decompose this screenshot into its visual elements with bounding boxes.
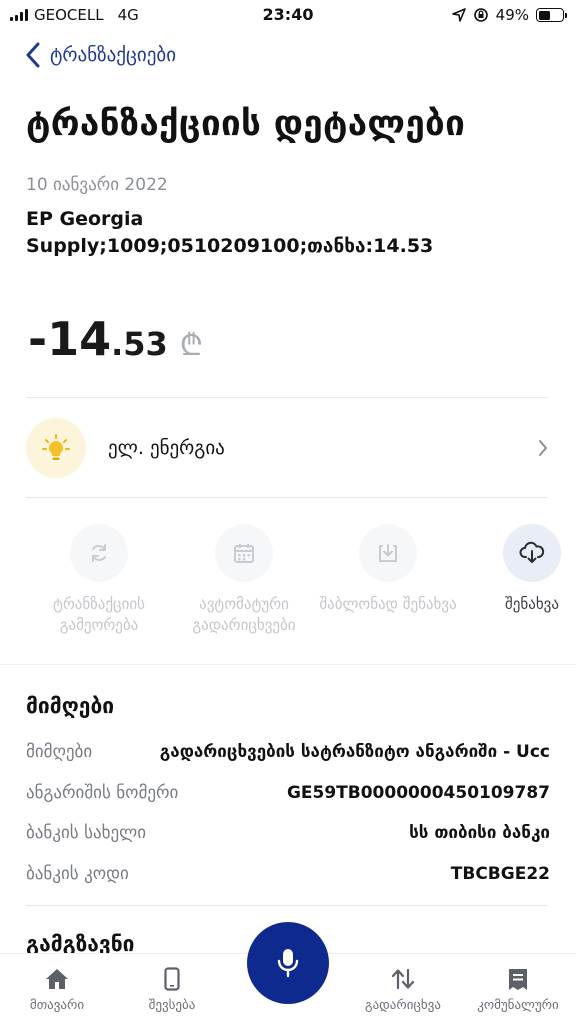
save-template-button[interactable]: შაბლონად შენახვა [313,524,463,615]
transaction-date: 10 იანვარი 2022 [26,175,168,195]
category-label: ელ. ენერგია [108,437,225,459]
repeat-icon [70,524,128,582]
microphone-icon [277,949,299,978]
rotation-lock-icon [473,8,488,22]
action-label: ავტომატური გადარიცხვები [192,595,296,634]
action-label: ტრანზაქციის გამეორება [53,595,145,634]
nav-utilities[interactable]: კომუნალური [463,966,573,1013]
bank-name-row: ბანკის სახელი სს თიბისი ბანკი [26,823,550,843]
row-key: მიმღები [26,742,93,762]
nav-label: მთავარი [29,998,85,1013]
location-icon [451,8,466,22]
utility-bill-icon [463,966,573,992]
download-template-icon [359,524,417,582]
row-value[interactable]: GE59TB0000000450109787 [287,783,550,803]
nav-transfer[interactable]: გადარიცხვა [348,966,458,1013]
row-value: გადარიცხვების სატრანზიტო ანგარიში - Ucc [159,742,550,762]
nav-label: გადარიცხვა [365,998,441,1013]
divider [26,497,548,498]
chevron-left-icon [26,42,40,68]
row-key: ბანკის სახელი [26,823,146,843]
recipient-row: მიმღები გადარიცხვების სატრანზიტო ანგარიშ… [26,742,550,762]
chevron-right-icon [539,440,547,456]
account-number-row: ანგარიშის ნომერი GE59TB0000000450109787 [26,783,550,803]
transaction-amount: -14 .53 ₾ [28,312,203,366]
row-value: სს თიბისი ბანკი [409,823,550,843]
save-button[interactable]: შენახვა [457,524,576,615]
calendar-icon [215,524,273,582]
nav-label: შევსება [148,998,196,1013]
home-icon [2,966,112,992]
currency-symbol: ₾ [179,328,203,363]
amount-integer: -14 [28,312,112,366]
transfer-arrows-icon [348,966,458,992]
page-title: ტრანზაქციის დეტალები [26,104,466,144]
voice-assistant-button[interactable] [247,922,329,1004]
section-divider [0,664,576,665]
lightbulb-icon [26,418,86,478]
repeat-transaction-button[interactable]: ტრანზაქციის გამეორება [24,524,174,636]
amount-decimal: .53 [111,325,168,363]
action-label: შაბლონად შენახვა [319,595,457,613]
row-key: ანგარიშის ნომერი [26,783,179,803]
battery-fill [538,10,550,20]
actions-row: ტრანზაქციის გამეორება ავტომატური გადარიც… [0,524,576,644]
status-bar: GEOCELL 4G 23:40 49% [0,0,576,32]
action-label: შენახვა [505,595,559,613]
nav-label: კომუნალური [477,998,559,1013]
divider [26,397,548,398]
back-button[interactable]: ტრანზაქციები [26,42,176,68]
battery-icon [536,8,567,22]
row-key: ბანკის კოდი [26,864,129,884]
category-row[interactable]: ელ. ენერგია [26,416,550,480]
status-right: 49% [451,6,567,24]
bank-code-row: ბანკის კოდი TBCBGE22 [26,864,550,884]
transaction-description: EP Georgia Supply;1009;0510209100;თანხა:… [26,208,434,257]
cloud-download-icon [503,524,561,582]
phone-icon [117,966,227,992]
nav-top-up[interactable]: შევსება [117,966,227,1013]
battery-percent: 49% [495,6,529,24]
auto-transfers-button[interactable]: ავტომატური გადარიცხვები [169,524,319,636]
recipient-section-title: მიმღები [26,694,115,718]
back-label: ტრანზაქციები [50,44,177,66]
nav-home[interactable]: მთავარი [2,966,112,1013]
divider [26,905,548,906]
sender-section-title: გამგზავნი [26,932,135,956]
row-value: TBCBGE22 [450,864,550,884]
